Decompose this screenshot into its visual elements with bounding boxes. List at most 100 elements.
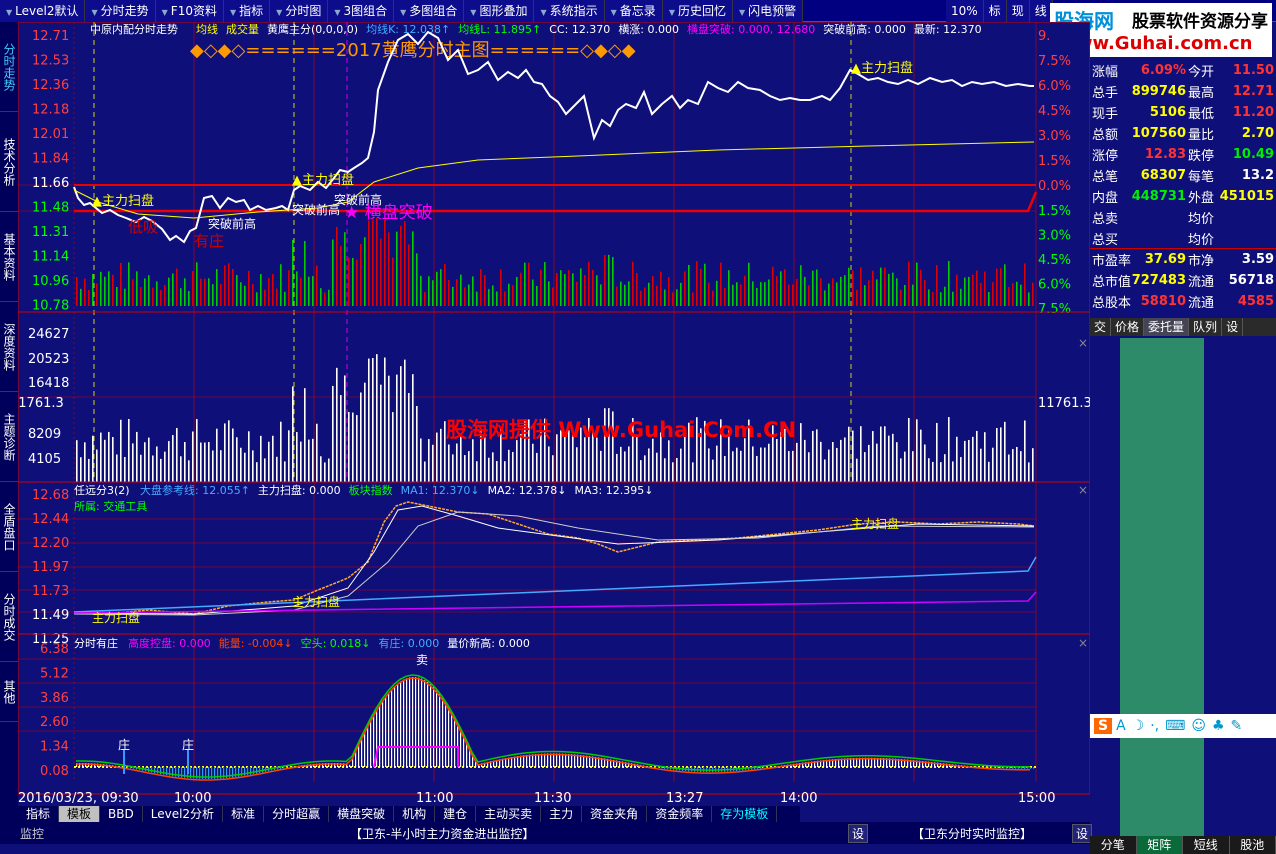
vol-bar xyxy=(172,435,174,482)
vol-bar-upper xyxy=(288,270,290,306)
vol-bar-upper xyxy=(828,283,830,306)
sogou-icon[interactable]: S xyxy=(1094,718,1113,734)
vtab-fullboard[interactable]: 全盾盘口 xyxy=(0,482,18,572)
vol-bar-upper xyxy=(384,219,386,306)
bottom-tab[interactable]: 资金夹角 xyxy=(582,806,648,822)
vtab-basic[interactable]: 基本资料 xyxy=(0,212,18,302)
status-left-settings[interactable]: 设 xyxy=(848,824,869,843)
vol-bar-upper xyxy=(272,273,274,306)
vol-bar-upper xyxy=(468,284,470,306)
bottom-tab[interactable]: Level2分析 xyxy=(143,806,224,822)
toolbar-system-indicator[interactable]: 系统指示 xyxy=(534,0,605,22)
toolbar-3chart[interactable]: 3图组合 xyxy=(328,0,395,22)
skin-icon[interactable]: ♣ xyxy=(1212,718,1225,734)
ime-toolbar[interactable]: S A ☽ ·, ⌨ ☺ ♣ ✎ xyxy=(1090,714,1276,738)
toolbar-layout-default[interactable]: Level2默认 xyxy=(0,0,86,22)
tab-current[interactable]: 现 xyxy=(1006,0,1030,22)
user-icon[interactable]: ☺ xyxy=(1191,718,1206,734)
keyboard-icon[interactable]: ⌨ xyxy=(1165,718,1185,734)
toolbar-indicator[interactable]: 指标 xyxy=(223,0,271,22)
ob-tab-queue[interactable]: 队列 xyxy=(1189,318,1223,336)
bottom-tab[interactable]: 机构 xyxy=(394,806,436,822)
punctuation-icon[interactable]: ·, xyxy=(1150,718,1159,734)
ob-tab-trade[interactable]: 交 xyxy=(1090,318,1112,336)
vtab-technical[interactable]: 技术分析 xyxy=(0,112,18,212)
vol-bar xyxy=(1008,454,1010,482)
vol-bar-upper xyxy=(900,289,902,306)
ob-tab-settings[interactable]: 设 xyxy=(1222,318,1244,336)
quote-label: 内盘 xyxy=(1092,191,1119,206)
tool-icon[interactable]: ✎ xyxy=(1231,718,1243,734)
quote-label2: 量比 xyxy=(1188,128,1215,143)
vol-bar-upper xyxy=(696,261,698,306)
vol-bar-upper xyxy=(724,287,726,306)
bottom-tab[interactable]: 标准 xyxy=(223,806,265,822)
toolbar-flash-alert[interactable]: 闪电预警 xyxy=(732,0,804,22)
vol-bar-upper xyxy=(224,265,226,306)
vol-bar-upper xyxy=(552,287,554,306)
ime-letter-icon[interactable]: A xyxy=(1116,718,1126,734)
tab-10pct[interactable]: 10% xyxy=(946,0,984,22)
ind1-tick: 11.49 xyxy=(32,608,69,623)
bottom-tab[interactable]: 主力 xyxy=(541,806,583,822)
rbt-matrix[interactable]: 矩阵 xyxy=(1136,836,1183,854)
vtab-deep[interactable]: 深度资料 xyxy=(0,302,18,392)
moon-icon[interactable]: ☽ xyxy=(1132,718,1145,734)
vol-bar xyxy=(968,439,970,482)
vol-bar-upper xyxy=(744,275,746,306)
vol-bar-upper xyxy=(936,265,938,306)
bottom-tab[interactable]: 资金频率 xyxy=(647,806,713,822)
vol-bar-upper xyxy=(204,278,206,306)
vol-bar-upper xyxy=(788,284,790,306)
vol-bar xyxy=(892,433,894,482)
bottom-tab[interactable]: 主动买卖 xyxy=(476,806,542,822)
vtab-trades[interactable]: 分时成交 xyxy=(0,572,18,662)
vtab-timeshare[interactable]: 分时走势 xyxy=(0,22,18,112)
toolbar-timeshare[interactable]: 分时走势 xyxy=(85,0,156,22)
vol-bar-upper xyxy=(300,278,302,306)
bottom-tab[interactable]: 建仓 xyxy=(435,806,477,822)
vol-bar-upper xyxy=(488,289,490,306)
toolbar-f10[interactable]: F10资料 xyxy=(155,0,224,22)
rbt-trades[interactable]: 分笔 xyxy=(1090,836,1137,854)
chart-area[interactable]: 中原内配分时走势 均线 成交量 黄鹰主分(0,0,0,0) 均线K: 12.038↑ 均… xyxy=(18,22,1090,822)
bottom-tab[interactable]: 存为模板 xyxy=(712,806,778,822)
status-right-settings[interactable]: 设 xyxy=(1072,824,1093,843)
vtab-other[interactable]: 其他 xyxy=(0,662,18,722)
vol-bar xyxy=(708,448,710,482)
bottom-tab[interactable]: 模板 xyxy=(59,806,101,822)
vol-bar xyxy=(868,444,870,482)
vol-tick: 11761.3 xyxy=(18,396,64,411)
vol-bar-upper xyxy=(660,271,662,306)
toolbar-multichart[interactable]: 多图组合 xyxy=(394,0,465,22)
tab-mark[interactable]: 标 xyxy=(983,0,1007,22)
toolbar-memo[interactable]: 备忘录 xyxy=(604,0,663,22)
ind2-bar xyxy=(421,678,423,767)
vol-bar xyxy=(428,439,430,482)
ob-tab-price[interactable]: 价格 xyxy=(1111,318,1145,336)
vol-bar-upper xyxy=(824,290,826,306)
toolbar-overlay[interactable]: 图形叠加 xyxy=(464,0,535,22)
vol-bar-upper xyxy=(852,270,854,306)
vol-bar xyxy=(736,447,738,482)
rbt-shortline[interactable]: 短线 xyxy=(1183,836,1230,854)
vol-bar-upper xyxy=(452,286,454,306)
toolbar-history[interactable]: 历史回忆 xyxy=(662,0,733,22)
vol-bar-upper xyxy=(604,254,606,306)
toolbar-timechart[interactable]: 分时图 xyxy=(270,0,329,22)
ind2-bar xyxy=(1030,767,1032,769)
vol-bar-upper xyxy=(172,273,174,306)
vol-bar-upper xyxy=(964,277,966,306)
vol-bar xyxy=(552,455,554,482)
bottom-tab[interactable]: 横盘突破 xyxy=(329,806,395,822)
vtab-diagnosis[interactable]: 主题诊断 xyxy=(0,392,18,482)
header-item: CC: 12.370 xyxy=(549,23,610,36)
vol-bar xyxy=(160,458,162,482)
vol-bar xyxy=(992,447,994,482)
bottom-tab[interactable]: 分时超赢 xyxy=(264,806,330,822)
bottom-tab[interactable]: BBD xyxy=(100,806,143,822)
rbt-pool[interactable]: 股池 xyxy=(1230,836,1276,854)
ob-tab-volume[interactable]: 委托量 xyxy=(1144,318,1190,336)
ind2-bar xyxy=(451,712,453,767)
bottom-tab[interactable]: 指标 xyxy=(18,806,60,822)
